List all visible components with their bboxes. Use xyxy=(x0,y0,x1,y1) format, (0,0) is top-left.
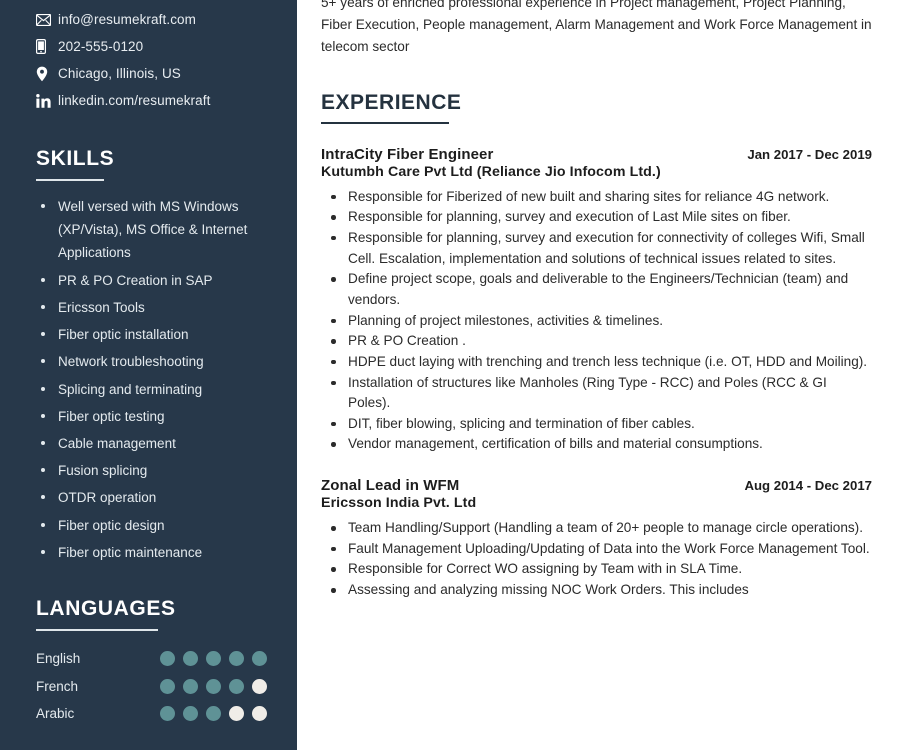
skills-heading: SKILLS xyxy=(36,147,115,170)
list-item: Arabic xyxy=(36,700,273,728)
contact-item-linkedin[interactable]: linkedin.com/resumekraft xyxy=(36,87,273,114)
language-name: French xyxy=(36,678,79,694)
list-item: Responsible for planning, survey and exe… xyxy=(321,228,872,269)
list-item: Well versed with MS Windows (XP/Vista), … xyxy=(36,195,273,265)
list-item: French xyxy=(36,673,273,701)
linkedin-icon xyxy=(36,93,58,108)
rating-dot-filled xyxy=(160,706,175,722)
languages-heading-rule xyxy=(36,629,158,632)
experience-entry-header: Zonal Lead in WFM Aug 2014 - Dec 2017 xyxy=(321,477,872,494)
language-name: Arabic xyxy=(36,706,75,722)
list-item: Ericsson Tools xyxy=(36,296,273,319)
list-item: DIT, fiber blowing, splicing and termina… xyxy=(321,414,872,435)
list-item: Fiber optic installation xyxy=(36,323,273,346)
job-organization: Ericsson India Pvt. Ltd xyxy=(321,495,477,512)
skills-list: Well versed with MS Windows (XP/Vista), … xyxy=(36,195,273,564)
rating-dot-filled xyxy=(183,706,198,722)
list-item: Team Handling/Support (Handling a team o… xyxy=(321,518,872,539)
rating-dot-empty xyxy=(252,678,267,694)
list-item: Define project scope, goals and delivera… xyxy=(321,269,872,310)
language-name: English xyxy=(36,651,81,667)
list-item: Network troubleshooting xyxy=(36,350,273,373)
main-content: 5+ years of enriched professional experi… xyxy=(297,0,900,750)
list-item: Vendor management, certification of bill… xyxy=(321,434,872,455)
job-dates: Aug 2014 - Dec 2017 xyxy=(744,478,872,494)
language-rating xyxy=(160,706,267,722)
experience-section-header: EXPERIENCE xyxy=(321,91,872,124)
rating-dot-filled xyxy=(160,651,175,667)
contact-linkedin-text: linkedin.com/resumekraft xyxy=(58,93,211,108)
rating-dot-filled xyxy=(183,651,198,667)
list-item: Fiber optic testing xyxy=(36,405,273,428)
contact-list: info@resumekraft.com 202-555-0120 Chicag… xyxy=(36,0,273,114)
contact-email-text: info@resumekraft.com xyxy=(58,12,196,27)
rating-dot-filled xyxy=(206,678,221,694)
envelope-icon xyxy=(36,13,58,26)
resume-page: info@resumekraft.com 202-555-0120 Chicag… xyxy=(0,0,900,750)
skills-section-header: SKILLS xyxy=(36,147,273,182)
experience-entry-header: IntraCity Fiber Engineer Jan 2017 - Dec … xyxy=(321,146,872,163)
job-title: IntraCity Fiber Engineer xyxy=(321,145,494,163)
languages-list: English French Arabic xyxy=(36,645,273,728)
list-item: HDPE duct laying with trenching and tren… xyxy=(321,352,872,373)
list-item: Responsible for planning, survey and exe… xyxy=(321,207,872,228)
contact-item-phone[interactable]: 202-555-0120 xyxy=(36,33,273,60)
language-rating xyxy=(160,678,267,694)
sidebar: info@resumekraft.com 202-555-0120 Chicag… xyxy=(0,0,297,750)
experience-heading-rule xyxy=(321,122,449,124)
skills-heading-rule xyxy=(36,179,104,182)
rating-dot-filled xyxy=(183,678,198,694)
list-item: Fusion splicing xyxy=(36,459,273,482)
contact-phone-text: 202-555-0120 xyxy=(58,39,144,54)
list-item: Cable management xyxy=(36,432,273,455)
rating-dot-filled xyxy=(229,678,244,694)
rating-dot-empty xyxy=(229,706,244,722)
rating-dot-filled xyxy=(160,678,175,694)
list-item: Fiber optic maintenance xyxy=(36,541,273,564)
list-item: PR & PO Creation in SAP xyxy=(36,269,273,292)
job-title: Zonal Lead in WFM xyxy=(321,477,460,495)
languages-section-header: LANGUAGES xyxy=(36,597,273,632)
rating-dot-filled xyxy=(229,651,244,667)
professional-summary: 5+ years of enriched professional experi… xyxy=(321,0,872,55)
job-responsibilities: Responsible for Fiberized of new built a… xyxy=(321,187,872,456)
list-item: PR & PO Creation . xyxy=(321,331,872,352)
language-rating xyxy=(160,651,267,667)
experience-heading: EXPERIENCE xyxy=(321,91,462,115)
languages-heading: LANGUAGES xyxy=(36,597,176,621)
list-item: OTDR operation xyxy=(36,486,273,509)
list-item: Fault Management Uploading/Updating of D… xyxy=(321,539,872,560)
rating-dot-empty xyxy=(252,706,267,722)
map-pin-icon xyxy=(36,66,58,82)
list-item: Installation of structures like Manholes… xyxy=(321,373,872,414)
job-dates: Jan 2017 - Dec 2019 xyxy=(747,146,872,162)
list-item: Fiber optic design xyxy=(36,514,273,537)
list-item: Planning of project milestones, activiti… xyxy=(321,311,872,332)
job-responsibilities: Team Handling/Support (Handling a team o… xyxy=(321,518,872,601)
experience-entry: Zonal Lead in WFM Aug 2014 - Dec 2017 Er… xyxy=(321,477,872,601)
experience-entry: IntraCity Fiber Engineer Jan 2017 - Dec … xyxy=(321,146,872,456)
rating-dot-filled xyxy=(252,651,267,667)
list-item: Responsible for Fiberized of new built a… xyxy=(321,187,872,208)
rating-dot-filled xyxy=(206,651,221,667)
contact-item-email[interactable]: info@resumekraft.com xyxy=(36,6,273,33)
mobile-phone-icon xyxy=(36,39,58,54)
rating-dot-filled xyxy=(206,706,221,722)
list-item: Splicing and terminating xyxy=(36,378,273,401)
contact-item-location[interactable]: Chicago, Illinois, US xyxy=(36,60,273,87)
job-organization: Kutumbh Care Pvt Ltd (Reliance Jio Infoc… xyxy=(321,163,661,180)
contact-location-text: Chicago, Illinois, US xyxy=(58,66,181,81)
list-item: Responsible for Correct WO assigning by … xyxy=(321,559,872,580)
list-item: English xyxy=(36,645,273,673)
list-item: Assessing and analyzing missing NOC Work… xyxy=(321,580,872,601)
